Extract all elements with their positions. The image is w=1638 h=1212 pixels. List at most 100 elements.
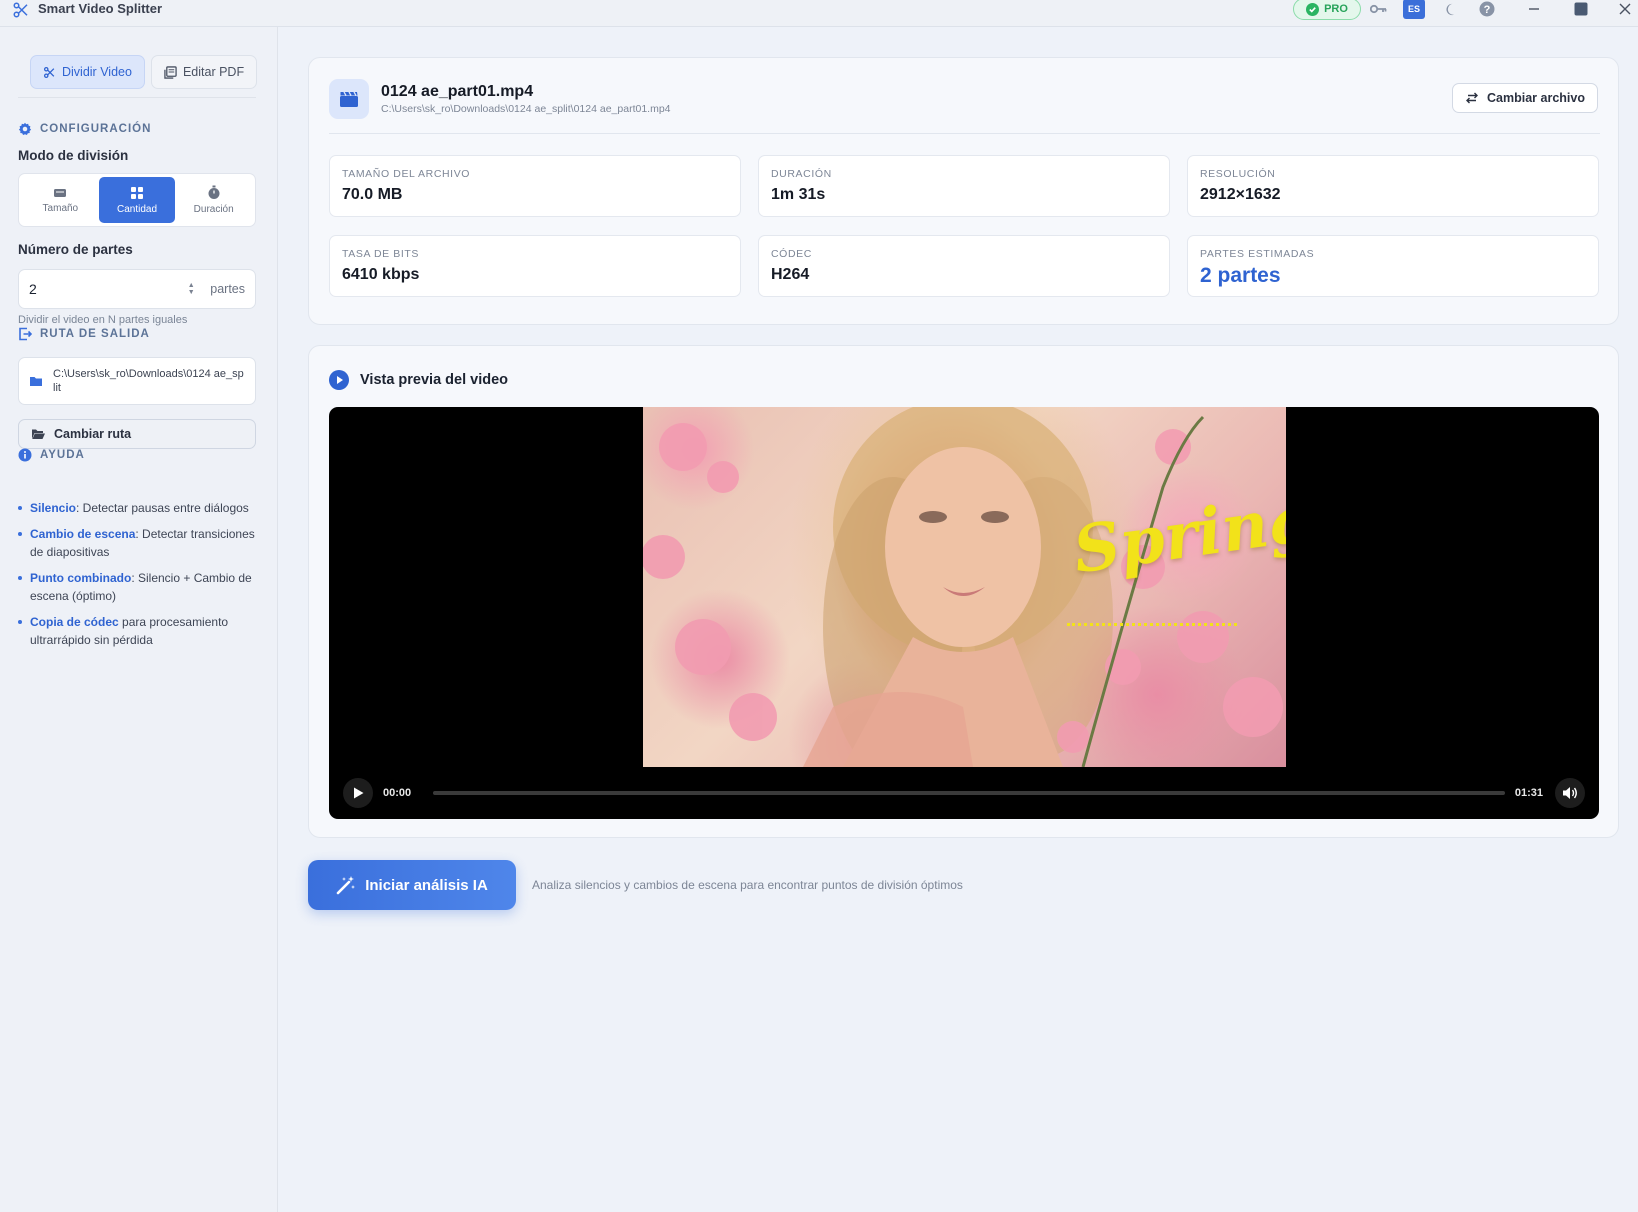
split-mode-count[interactable]: Cantidad [98, 177, 176, 223]
video-thumbnail-image [643, 407, 1283, 767]
stat-value: 2912×1632 [1200, 186, 1281, 203]
check-icon [1306, 2, 1320, 16]
parts-unit: partes [210, 282, 245, 296]
video-controls: 00:00 01:31 [329, 767, 1599, 819]
scissors-icon [43, 66, 55, 78]
parts-value[interactable]: 2 [29, 281, 186, 297]
file-name: 0124 ae_part01.mp4 [381, 83, 534, 100]
help-icon[interactable]: ? [1477, 0, 1497, 18]
split-mode-size[interactable]: Tamaño [22, 177, 99, 223]
video-frame[interactable]: Spring [643, 407, 1286, 767]
section-title: AYUDA [40, 449, 85, 461]
output-heading: RUTA DE SALIDA [18, 327, 150, 341]
help-term: Punto combinado [30, 571, 132, 585]
folder-icon [30, 377, 42, 386]
window-title: Smart Video Splitter [38, 1, 163, 16]
sidebar: Dividir Video Editar PDF CONFIGURACIÓN M… [0, 27, 278, 1212]
help-heading: AYUDA [18, 448, 85, 462]
stat-label: CÓDEC [771, 248, 812, 260]
pro-badge[interactable]: PRO [1293, 0, 1361, 20]
change-route-button[interactable]: Cambiar ruta [18, 419, 256, 449]
key-icon[interactable] [1369, 0, 1389, 18]
total-time: 01:31 [1514, 787, 1543, 799]
language-button[interactable]: ES [1403, 0, 1425, 19]
output-path: C:\Users\sk_ro\Downloads\0124 ae_split [53, 368, 244, 394]
tab-dividir-video[interactable]: Dividir Video [30, 55, 145, 89]
drive-icon [54, 188, 67, 197]
volume-button[interactable] [1555, 778, 1585, 808]
split-mode-label: Duración [193, 204, 234, 215]
stat-label: DURACIÓN [771, 168, 832, 180]
button-label: Iniciar análisis IA [365, 876, 488, 894]
preview-title: Vista previa del video [329, 370, 508, 390]
parts-stepper[interactable]: 2 ▲ ▼ partes [18, 269, 256, 309]
help-list: Silencio: Detectar pausas entre diálogos… [18, 499, 258, 657]
stepper-arrows-icon[interactable]: ▲ ▼ [186, 282, 196, 296]
button-label: Cambiar ruta [54, 427, 132, 441]
stat-value: 70.0 MB [342, 186, 403, 203]
split-mode-selector: Tamaño Cantidad Duración [18, 173, 256, 227]
split-mode-label: Cantidad [116, 203, 158, 215]
play-circle-icon [329, 370, 349, 390]
seek-bar[interactable] [433, 791, 1505, 795]
help-text: : Detectar pausas entre diálogos [76, 501, 249, 515]
button-label: Cambiar archivo [1487, 91, 1585, 105]
divider [329, 133, 1600, 134]
minimize-icon[interactable] [1524, 0, 1544, 18]
swap-icon [1466, 92, 1479, 104]
stat-bitrate: TASA DE BITS 6410 kbps [329, 235, 741, 297]
pro-label: PRO [1324, 3, 1348, 15]
divider [18, 97, 256, 98]
analyze-description: Analiza silencios y cambios de escena pa… [532, 878, 963, 892]
help-term: Cambio de escena [30, 527, 136, 541]
stat-value: 2 partes [1200, 264, 1281, 287]
video-player[interactable]: Spring 00:00 01:31 [329, 407, 1599, 819]
tab-editar-pdf[interactable]: Editar PDF [150, 55, 258, 89]
play-button[interactable] [343, 778, 373, 808]
grid-icon [131, 186, 143, 199]
list-item: Copia de códec para procesamiento ultrar… [18, 613, 258, 649]
stat-value: 1m 31s [771, 186, 826, 203]
output-path-field[interactable]: C:\Users\sk_ro\Downloads\0124 ae_split [18, 357, 256, 405]
stat-label: RESOLUCIÓN [1200, 168, 1276, 180]
split-mode-label: Tamaño [42, 202, 79, 214]
stat-file-size: TAMAÑO DEL ARCHIVO 70.0 MB [329, 155, 741, 217]
list-item: Silencio: Detectar pausas entre diálogos [18, 499, 258, 517]
section-title: RUTA DE SALIDA [40, 328, 150, 340]
scissors-icon [13, 2, 28, 18]
stat-label: TASA DE BITS [342, 248, 420, 260]
stat-value: H264 [771, 266, 810, 283]
export-icon [19, 327, 32, 341]
file-info-panel: 0124 ae_part01.mp4 C:\Users\sk_ro\Downlo… [308, 57, 1619, 325]
parts-label: Número de partes [18, 242, 133, 257]
change-file-button[interactable]: Cambiar archivo [1452, 83, 1598, 113]
moon-icon[interactable] [1441, 0, 1461, 18]
list-item: Cambio de escena: Detectar transiciones … [18, 525, 258, 561]
play-icon [353, 787, 363, 799]
stat-duration: DURACIÓN 1m 31s [758, 155, 1170, 217]
stat-label: PARTES ESTIMADAS [1200, 248, 1315, 260]
stat-value: 6410 kbps [342, 266, 420, 283]
close-icon[interactable] [1615, 0, 1635, 18]
tab-label: Editar PDF [182, 65, 245, 79]
magic-wand-icon [336, 876, 356, 895]
pdf-icon [164, 65, 177, 79]
overlay-underline [1067, 623, 1237, 627]
stat-codec: CÓDEC H264 [758, 235, 1170, 297]
info-icon [18, 448, 32, 462]
stat-resolution: RESOLUCIÓN 2912×1632 [1187, 155, 1599, 217]
split-mode-label: Modo de división [18, 148, 129, 163]
start-ai-analysis-button[interactable]: Iniciar análisis IA [308, 860, 516, 910]
split-mode-duration[interactable]: Duración [175, 177, 252, 223]
title-bar: Smart Video Splitter PRO ES ? [0, 0, 1638, 27]
volume-icon [1563, 787, 1577, 799]
section-title: Vista previa del video [360, 372, 509, 388]
stat-label: TAMAÑO DEL ARCHIVO [342, 168, 471, 180]
clapperboard-icon [329, 79, 369, 119]
maximize-icon[interactable] [1571, 0, 1591, 18]
current-time: 00:00 [383, 787, 412, 799]
help-term: Silencio [30, 501, 77, 515]
list-item: Punto combinado: Silencio + Cambio de es… [18, 569, 258, 605]
config-heading: CONFIGURACIÓN [18, 122, 151, 136]
tab-label: Dividir Video [62, 65, 132, 79]
